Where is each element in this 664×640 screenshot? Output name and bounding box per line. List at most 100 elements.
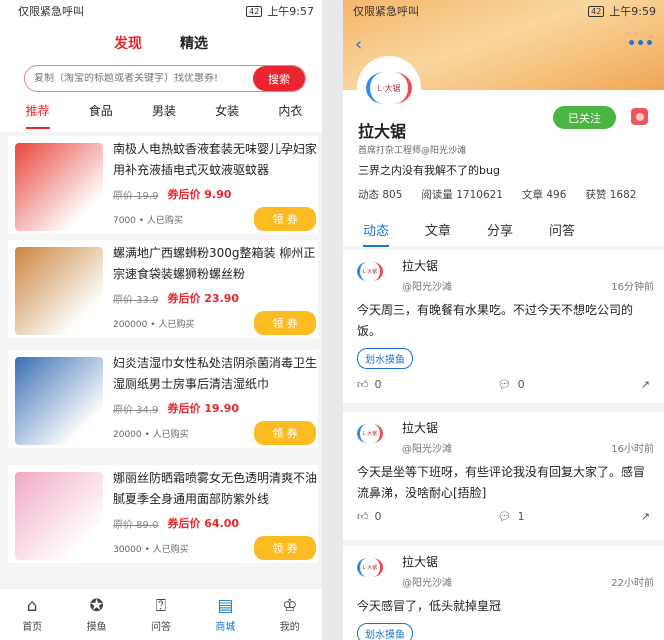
post-handle: @阳光沙滩 <box>402 578 452 589</box>
sales-count: 30000 • 人已购买 <box>113 545 189 555</box>
home-icon: ⌂ <box>26 596 38 616</box>
thumbs-up-icon: 👍︎ <box>357 378 369 391</box>
post-avatar[interactable]: L·大锯 <box>357 558 383 577</box>
product-title[interactable]: 南极人电热蚊香液套装无味婴儿孕妇家用补充液插电式灭蚊液驱蚊器 <box>113 139 318 181</box>
stat-item[interactable]: 文章 496 <box>522 187 566 202</box>
top-tabs: 发现 精选 <box>0 33 322 53</box>
topic-tag[interactable]: 划水摸鱼 <box>357 623 413 640</box>
post-time: 16小时前 <box>611 444 654 455</box>
original-price: 原价 33.9 <box>113 294 159 306</box>
post-content[interactable]: 今天周三，有晚餐有水果吃。不过今天不想吃公司的饭。 <box>357 300 650 342</box>
logo-icon: L·大锯 <box>357 558 383 577</box>
comment-button[interactable]: 💬︎ 1 <box>498 510 525 523</box>
product-image[interactable] <box>15 357 103 445</box>
clock: 上午9:57 <box>267 5 314 18</box>
product-card[interactable]: 南极人电热蚊香液套装无味婴儿孕妇家用补充液插电式灭蚊液驱蚊器 原价 19.9 券后… <box>8 136 318 234</box>
carrier-text: 仅限紧急呼叫 <box>353 5 419 18</box>
thumbs-up-icon: 👍︎ <box>357 510 369 523</box>
nav-me[interactable]: ♔ 我的 <box>280 596 300 633</box>
comment-count: 0 <box>517 378 525 391</box>
product-card[interactable]: 螺满地广西螺蛳粉300g整箱装 柳州正宗速食袋装螺狮粉螺丝粉 原价 33.9 券后… <box>8 240 318 338</box>
sales-count: 200000 • 人已购买 <box>113 320 195 330</box>
back-icon[interactable]: ‹ <box>355 34 362 55</box>
post-card[interactable]: L·大锯 拉大锯 @阳光沙滩 16小时前 今天是坐等下班呀，有些评论我没有回复大… <box>343 412 664 540</box>
fish-icon: ✪ <box>89 596 104 616</box>
coupon-price: 券后价 19.90 <box>167 402 240 415</box>
post-avatar[interactable]: L·大锯 <box>357 424 383 443</box>
share-icon[interactable]: ↗ <box>641 510 650 523</box>
product-image[interactable] <box>15 143 103 231</box>
category-tab[interactable]: 女装 <box>215 102 239 129</box>
product-card[interactable]: 娜丽丝防晒霜喷雾女无色透明清爽不油腻夏季全身通用面部防紫外线 原价 89.0 券后… <box>8 465 318 563</box>
profile-tab[interactable]: 文章 <box>425 220 451 247</box>
tab-featured[interactable]: 精选 <box>180 33 208 53</box>
me-icon: ♔ <box>282 596 298 616</box>
like-button[interactable]: 👍︎ 0 <box>357 378 382 391</box>
post-author[interactable]: 拉大锯 <box>402 257 438 274</box>
like-count: 0 <box>374 378 382 391</box>
get-coupon-button[interactable]: 领 券 <box>254 536 316 560</box>
original-price: 原价 19.9 <box>113 190 159 202</box>
get-coupon-button[interactable]: 领 券 <box>254 421 316 445</box>
post-author[interactable]: 拉大锯 <box>402 553 438 570</box>
nav-label: 问答 <box>150 622 171 633</box>
post-content[interactable]: 今天感冒了，低头就掉皇冠 <box>357 596 650 617</box>
post-author[interactable]: 拉大锯 <box>402 419 438 436</box>
post-card[interactable]: L·大锯 拉大锯 @阳光沙滩 22小时前 今天感冒了，低头就掉皇冠 划水摸鱼 <box>343 546 664 640</box>
status-bar: 仅限紧急呼叫 42 上午9:57 <box>0 0 322 22</box>
product-title[interactable]: 妇炎洁湿巾女性私处洁阴杀菌消毒卫生湿厕纸男士房事后清洁湿纸巾 <box>113 353 318 395</box>
post-handle: @阳光沙滩 <box>402 444 452 455</box>
post-handle: @阳光沙滩 <box>402 282 452 293</box>
category-tabs: 推荐 食品 男装 女装 内衣 <box>0 102 322 129</box>
profile-tab[interactable]: 动态 <box>363 220 390 247</box>
profile-tab[interactable]: 分享 <box>487 220 513 247</box>
original-price: 原价 34.9 <box>113 404 159 416</box>
post-card[interactable]: L·大锯 拉大锯 @阳光沙滩 16分钟前 今天周三，有晚餐有水果吃。不过今天不想… <box>343 250 664 403</box>
stat-item[interactable]: 动态 805 <box>358 187 402 202</box>
comment-button[interactable]: 💬︎ 0 <box>498 378 525 391</box>
get-coupon-button[interactable]: 领 券 <box>254 207 316 231</box>
profile-tabs: 动态 文章 分享 问答 <box>363 220 575 247</box>
topic-tag[interactable]: 划水摸鱼 <box>357 348 413 369</box>
status-bar: 仅限紧急呼叫 42 上午9:59 <box>343 0 664 22</box>
nav-fish[interactable]: ✪ 摸鱼 <box>87 596 107 633</box>
product-image[interactable] <box>15 472 103 560</box>
bottom-nav: ⌂ 首页 ✪ 摸鱼 ⍰ 问答 ▤ 商城 ♔ 我的 <box>0 588 322 640</box>
sales-count: 20000 • 人已购买 <box>113 430 189 440</box>
share-icon[interactable]: ↗ <box>641 378 650 391</box>
search-input[interactable] <box>25 73 253 84</box>
nav-label: 商城 <box>215 622 236 633</box>
logo-icon: L·大锯 <box>357 262 383 281</box>
tab-discover[interactable]: 发现 <box>114 33 142 53</box>
more-icon[interactable]: ••• <box>627 36 654 52</box>
category-tab[interactable]: 内衣 <box>278 102 302 129</box>
nav-qa[interactable]: ⍰ 问答 <box>151 596 171 633</box>
category-tab[interactable]: 推荐 <box>25 102 50 129</box>
follow-button[interactable]: 已关注 <box>553 106 616 129</box>
search-button[interactable]: 搜索 <box>253 66 305 91</box>
comment-count: 1 <box>517 510 525 523</box>
nav-label: 我的 <box>279 622 300 633</box>
post-avatar[interactable]: L·大锯 <box>357 262 383 281</box>
profile-screen: 仅限紧急呼叫 42 上午9:59 ‹ ••• 拉大锯 已关注 首席打杂工程师@阳光… <box>343 0 664 640</box>
category-tab[interactable]: 食品 <box>89 102 113 129</box>
nav-mall[interactable]: ▤ 商城 <box>215 596 235 633</box>
product-image[interactable] <box>15 247 103 335</box>
stat-item[interactable]: 获赞 1682 <box>585 187 636 202</box>
like-button[interactable]: 👍︎ 0 <box>357 510 382 523</box>
product-title[interactable]: 娜丽丝防晒霜喷雾女无色透明清爽不油腻夏季全身通用面部防紫外线 <box>113 468 318 510</box>
category-tab[interactable]: 男装 <box>152 102 176 129</box>
post-content[interactable]: 今天是坐等下班呀，有些评论我没有回复大家了。感冒流鼻涕，没啥耐心[捂脸] <box>357 462 650 504</box>
profile-tab[interactable]: 问答 <box>549 220 575 247</box>
stat-item[interactable]: 阅读量 1710621 <box>421 187 503 202</box>
record-icon[interactable] <box>631 108 648 125</box>
get-coupon-button[interactable]: 领 券 <box>254 311 316 335</box>
coupon-price: 券后价 9.90 <box>167 188 232 201</box>
nav-home[interactable]: ⌂ 首页 <box>22 596 42 633</box>
like-count: 0 <box>374 510 382 523</box>
battery-level: 42 <box>588 5 605 17</box>
original-price: 原价 89.0 <box>113 519 159 531</box>
product-card[interactable]: 妇炎洁湿巾女性私处洁阴杀菌消毒卫生湿厕纸男士房事后清洁湿纸巾 原价 34.9 券后… <box>8 350 318 448</box>
user-bio: 三界之内没有我解不了的bug <box>358 164 500 177</box>
product-title[interactable]: 螺满地广西螺蛳粉300g整箱装 柳州正宗速食袋装螺狮粉螺丝粉 <box>113 243 318 285</box>
